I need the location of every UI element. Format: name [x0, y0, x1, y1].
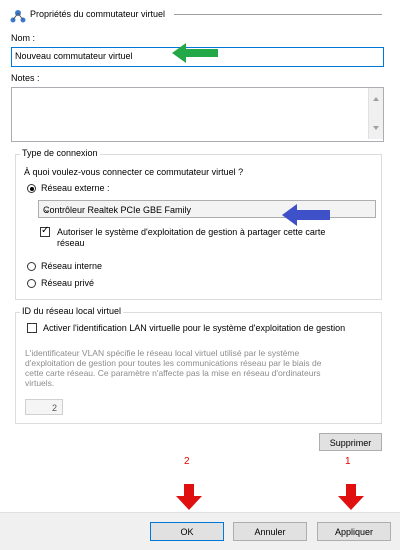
internal-network-radio[interactable] [27, 262, 36, 271]
name-field-value: Nouveau commutateur virtuel [15, 51, 133, 61]
notes-field[interactable] [11, 87, 384, 142]
step-2-label: 2 [184, 456, 190, 467]
private-network-radio[interactable] [27, 279, 36, 288]
network-switch-icon [10, 8, 26, 24]
delete-button[interactable]: Supprimer [319, 433, 382, 451]
blue-arrow-icon [282, 204, 330, 226]
external-network-label: Réseau externe : [41, 183, 110, 193]
green-arrow-icon [172, 43, 218, 63]
allow-mgmt-os-checkbox[interactable] [40, 225, 50, 237]
red-arrow-down-icon-2 [338, 484, 364, 510]
cancel-button-label: Annuler [254, 527, 286, 537]
private-network-label: Réseau privé [41, 278, 95, 288]
allow-mgmt-os-label-line2: réseau [57, 238, 85, 248]
external-network-radio[interactable] [27, 184, 36, 193]
vlan-description-line1: L'identificateur VLAN spécifie le réseau… [25, 348, 300, 358]
delete-button-label: Supprimer [329, 438, 372, 448]
connection-type-title: Type de connexion [20, 148, 100, 158]
header-divider [174, 14, 382, 15]
notes-label: Notes : [11, 73, 40, 83]
apply-button-label: Appliquer [334, 527, 374, 537]
vlan-enable-label: Activer l'identification LAN virtuelle p… [43, 323, 346, 333]
scroll-down-icon[interactable] [373, 126, 379, 130]
apply-button[interactable]: Appliquer [317, 522, 391, 541]
name-label: Nom : [11, 33, 36, 43]
vlan-group-title: ID du réseau local virtuel [20, 306, 124, 316]
ok-button-label: OK [180, 527, 194, 537]
vlan-id-value: 2 [51, 403, 57, 413]
vlan-description-line4: virtuels. [25, 378, 55, 388]
vlan-description-line2: d'exploitation de gestion pour toutes le… [25, 358, 322, 368]
vlan-id-field[interactable]: 2 [25, 399, 63, 415]
step-1-label: 1 [345, 456, 351, 467]
vlan-enable-checkbox[interactable] [27, 323, 37, 333]
connection-question: À quoi voulez-vous connecter ce commutat… [24, 167, 244, 177]
red-arrow-down-icon [176, 484, 202, 510]
scroll-up-icon[interactable] [373, 97, 379, 101]
page-title: Propriétés du commutateur virtuel [30, 9, 166, 19]
allow-mgmt-os-label-line1: Autoriser le système d'exploitation de g… [57, 227, 326, 237]
notes-scrollbar[interactable] [368, 88, 383, 139]
cancel-button[interactable]: Annuler [233, 522, 307, 541]
vlan-description-line3: cette carte réseau. Ce paramètre n'affec… [25, 368, 321, 378]
internal-network-label: Réseau interne [41, 261, 103, 271]
ok-button[interactable]: OK [150, 522, 224, 541]
